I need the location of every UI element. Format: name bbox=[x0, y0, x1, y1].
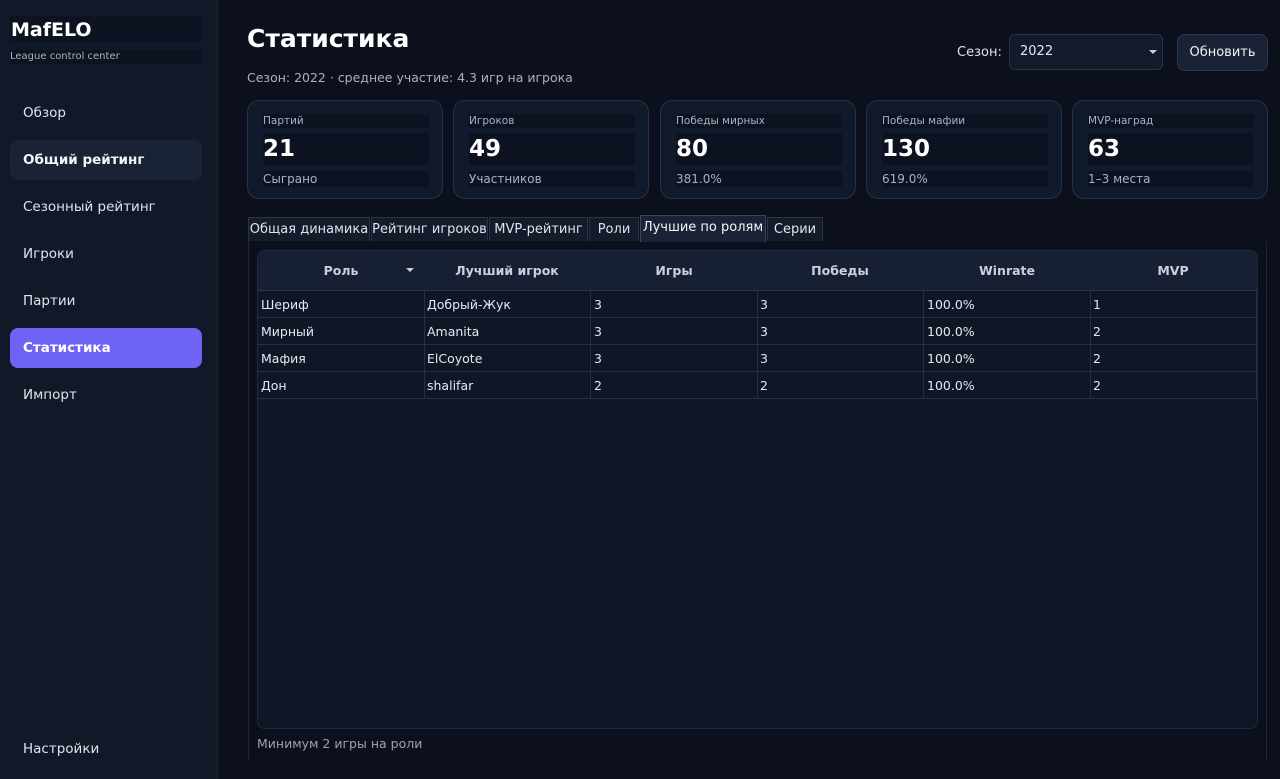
cell-mvp: 1 bbox=[1090, 291, 1257, 318]
cell-winrate: 100.0% bbox=[924, 372, 1091, 399]
tab-best-by-role[interactable]: Лучшие по ролям bbox=[640, 215, 766, 242]
app-brand: MafELO bbox=[10, 16, 202, 42]
cell-player: Добрый-Жук bbox=[424, 291, 591, 318]
season-label: Сезон: bbox=[957, 45, 1002, 60]
cell-mvp: 2 bbox=[1090, 372, 1257, 399]
cell-wins: 2 bbox=[757, 372, 924, 399]
card-label: Победы мирных bbox=[676, 114, 842, 128]
cell-winrate: 100.0% bbox=[924, 345, 1091, 372]
sidebar-item-overview[interactable]: Обзор bbox=[10, 93, 202, 133]
season-select[interactable]: 2022 bbox=[1009, 34, 1163, 70]
card-foot: 381.0% bbox=[676, 171, 842, 187]
season-select-value: 2022 bbox=[1020, 44, 1054, 59]
tab-overall-dynamics[interactable]: Общая динамика bbox=[248, 217, 370, 241]
cell-mvp: 2 bbox=[1090, 318, 1257, 345]
cell-games: 3 bbox=[591, 318, 758, 345]
column-header-winrate[interactable]: Winrate bbox=[924, 251, 1090, 291]
card-label: Игроков bbox=[469, 114, 635, 128]
column-header-best-player[interactable]: Лучший игрок bbox=[424, 251, 590, 291]
best-by-role-table: Роль Лучший игрок Игры Победы Winrate MV… bbox=[257, 250, 1258, 729]
card-value: 49 bbox=[469, 133, 635, 165]
sidebar-item-import[interactable]: Импорт bbox=[10, 375, 202, 415]
cell-player: Amanita bbox=[424, 318, 591, 345]
card-foot: Сыграно bbox=[263, 171, 429, 187]
cell-wins: 3 bbox=[757, 345, 924, 372]
cell-wins: 3 bbox=[757, 291, 924, 318]
stat-card-mafia-wins: Победы мафии 130 619.0% bbox=[866, 100, 1062, 199]
tab-mvp-rating[interactable]: MVP-рейтинг bbox=[489, 217, 588, 241]
page-title: Статистика bbox=[247, 24, 410, 53]
cell-player: shalifar bbox=[424, 372, 591, 399]
sidebar: MafELO League control center Обзор Общий… bbox=[0, 0, 218, 779]
card-foot: Участников bbox=[469, 171, 635, 187]
column-header-wins[interactable]: Победы bbox=[757, 251, 923, 291]
card-foot: 1–3 места bbox=[1088, 171, 1254, 187]
cell-role: Дон bbox=[258, 372, 425, 399]
sidebar-item-overall-rating[interactable]: Общий рейтинг bbox=[10, 140, 202, 180]
chevron-down-icon bbox=[1149, 50, 1157, 54]
column-header-role[interactable]: Роль bbox=[258, 251, 424, 291]
table-row[interactable]: Мирный Amanita 3 3 100.0% 2 bbox=[258, 318, 1257, 345]
cell-games: 3 bbox=[591, 345, 758, 372]
tab-player-rating[interactable]: Рейтинг игроков bbox=[371, 217, 488, 241]
cell-role: Мирный bbox=[258, 318, 425, 345]
tab-roles[interactable]: Роли bbox=[589, 217, 639, 241]
cell-games: 3 bbox=[591, 291, 758, 318]
card-label: MVP-наград bbox=[1088, 114, 1254, 128]
card-label: Победы мафии bbox=[882, 114, 1048, 128]
cell-winrate: 100.0% bbox=[924, 318, 1091, 345]
table-row[interactable]: Шериф Добрый-Жук 3 3 100.0% 1 bbox=[258, 291, 1257, 318]
cell-role: Шериф bbox=[258, 291, 425, 318]
table-row[interactable]: Мафия ElCoyote 3 3 100.0% 2 bbox=[258, 345, 1257, 372]
table-row[interactable]: Дон shalifar 2 2 100.0% 2 bbox=[258, 372, 1257, 399]
table-header: Роль Лучший игрок Игры Победы Winrate MV… bbox=[258, 251, 1257, 291]
card-value: 63 bbox=[1088, 133, 1254, 165]
card-value: 80 bbox=[676, 133, 842, 165]
stat-card-players: Игроков 49 Участников bbox=[453, 100, 649, 199]
page-subtitle: Сезон: 2022 · среднее участие: 4.3 игр н… bbox=[247, 70, 573, 85]
cell-games: 2 bbox=[591, 372, 758, 399]
sidebar-item-players[interactable]: Игроки bbox=[10, 234, 202, 274]
cell-mvp: 2 bbox=[1090, 345, 1257, 372]
cell-role: Мафия bbox=[258, 345, 425, 372]
refresh-button[interactable]: Обновить bbox=[1177, 34, 1268, 71]
table-footnote: Минимум 2 игры на роли bbox=[257, 736, 423, 751]
cell-player: ElCoyote bbox=[424, 345, 591, 372]
card-value: 21 bbox=[263, 133, 429, 165]
cell-wins: 3 bbox=[757, 318, 924, 345]
card-label: Партий bbox=[263, 114, 429, 128]
app-subtitle: League control center bbox=[10, 50, 202, 64]
column-header-games[interactable]: Игры bbox=[591, 251, 757, 291]
column-header-label: Роль bbox=[323, 263, 359, 278]
stat-card-games: Партий 21 Сыграно bbox=[247, 100, 443, 199]
tab-streaks[interactable]: Серии bbox=[767, 217, 823, 241]
sort-desc-icon[interactable] bbox=[406, 268, 414, 272]
column-header-mvp[interactable]: MVP bbox=[1090, 251, 1256, 291]
sidebar-item-settings[interactable]: Настройки bbox=[10, 729, 202, 769]
card-foot: 619.0% bbox=[882, 171, 1048, 187]
card-value: 130 bbox=[882, 133, 1048, 165]
stat-card-town-wins: Победы мирных 80 381.0% bbox=[660, 100, 856, 199]
cell-winrate: 100.0% bbox=[924, 291, 1091, 318]
sidebar-item-statistics[interactable]: Статистика bbox=[10, 328, 202, 368]
sidebar-item-games[interactable]: Партии bbox=[10, 281, 202, 321]
sidebar-item-season-rating[interactable]: Сезонный рейтинг bbox=[10, 187, 202, 227]
stat-card-mvp-awards: MVP-наград 63 1–3 места bbox=[1072, 100, 1268, 199]
